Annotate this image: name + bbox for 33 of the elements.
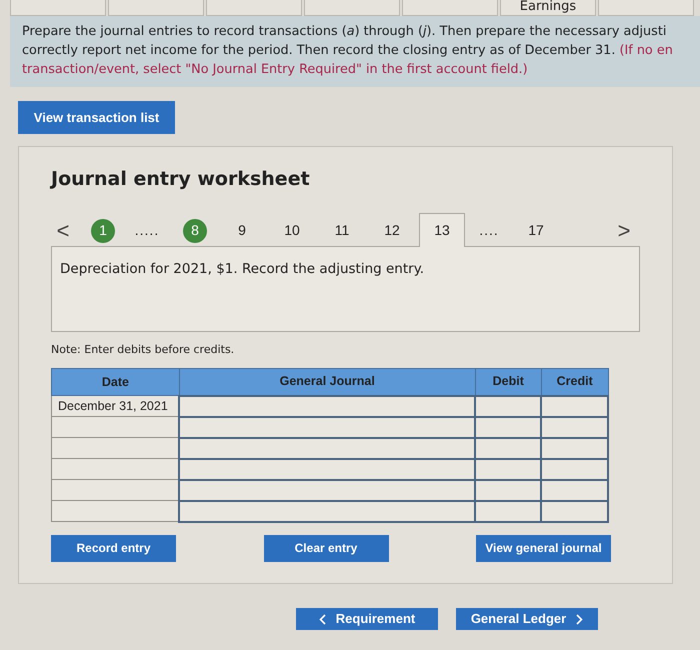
step-tab[interactable]: 12 (369, 216, 415, 246)
column-header: General Journal (179, 368, 476, 396)
column-header: Date (52, 368, 180, 396)
step-tab[interactable]: 11 (319, 216, 365, 246)
column-header: Debit (475, 368, 542, 396)
forward-button[interactable]: General Ledger (456, 608, 598, 630)
instruction-note: (If no en (619, 43, 673, 58)
back-button[interactable]: Requirement (296, 608, 438, 630)
chevron-right-icon (576, 614, 584, 624)
tab[interactable]: Earnings (500, 0, 596, 16)
step-tab[interactable]: 9 (219, 216, 265, 246)
step-tab[interactable]: 13 (419, 212, 465, 246)
action-button[interactable]: Record entry (51, 534, 176, 562)
view-transaction-list-button[interactable]: View transaction list (18, 101, 175, 134)
note-text: Note: Enter debits before credits. (51, 342, 234, 356)
chevron-left-icon (318, 614, 326, 624)
ellipsis: .... (478, 221, 500, 240)
instruction-text: Prepare the journal entries to record transactions (a) through (j). Then prepare the necessary adjusti (22, 24, 666, 39)
date-cell: December 31, 2021 (52, 396, 180, 416)
step-tab[interactable]: 17 (513, 216, 559, 246)
completed-step[interactable]: 1 (91, 218, 115, 242)
column-header: Credit (541, 368, 608, 396)
completed-step[interactable]: 8 (183, 218, 207, 242)
instruction-note: transaction/event, select "No Journal Entry Required" in the first account field.) (22, 62, 528, 77)
action-button[interactable]: Clear entry (264, 534, 388, 562)
instruction-text: correctly report net income for the period. Then record the closing entry as of December 31. (22, 43, 616, 58)
next-button[interactable]: > (612, 216, 636, 246)
worksheet-title: Journal entry worksheet (51, 167, 311, 192)
action-button[interactable]: View general journal (476, 534, 611, 562)
ellipsis: ..... (134, 221, 160, 240)
step-tab[interactable]: 10 (269, 216, 315, 246)
previous-button[interactable]: < (51, 216, 75, 246)
description-text: Depreciation for 2021, $1. Record the adjusting entry. (60, 260, 424, 276)
